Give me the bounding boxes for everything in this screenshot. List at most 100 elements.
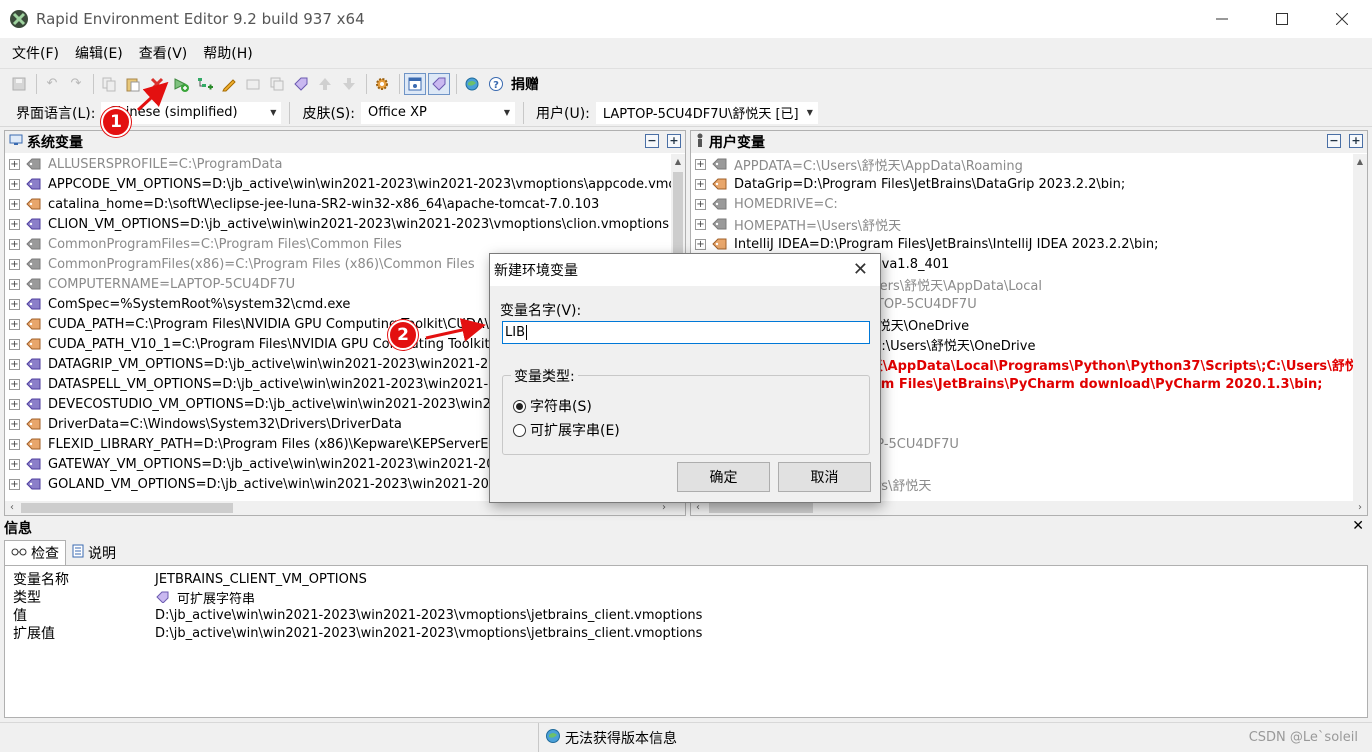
expand-icon[interactable]: + bbox=[9, 338, 20, 350]
variable-row[interactable]: + ALLUSERSPROFILE=C:\ProgramData bbox=[5, 154, 671, 174]
expand-icon[interactable]: + bbox=[9, 418, 20, 430]
variable-row[interactable]: + APPCODE_VM_OPTIONS=D:\jb_active\win\win… bbox=[5, 174, 671, 194]
info-key: 变量名称 bbox=[13, 572, 69, 588]
move-down-icon[interactable] bbox=[338, 73, 360, 95]
language-label: 界面语言(L): bbox=[16, 105, 96, 122]
paste-icon[interactable] bbox=[122, 73, 144, 95]
tag-icon[interactable] bbox=[290, 73, 312, 95]
expand-all-button[interactable]: + bbox=[667, 134, 681, 148]
clone-icon[interactable] bbox=[266, 73, 288, 95]
close-icon[interactable]: ✕ bbox=[1352, 518, 1364, 534]
scroll-left-icon[interactable]: ‹ bbox=[691, 501, 705, 515]
radio-checked-icon bbox=[513, 399, 526, 413]
scrollbar-thumb[interactable] bbox=[709, 503, 813, 513]
variable-row[interactable]: + CommonProgramFiles=C:\Program Files\Com… bbox=[5, 234, 671, 254]
variable-row[interactable]: + IntelliJ IDEA=D:\Program Files\JetBrain… bbox=[691, 234, 1353, 254]
scroll-up-icon[interactable]: ▲ bbox=[671, 154, 685, 170]
variable-row[interactable]: + catalina_home=D:\softW\eclipse-jee-luna… bbox=[5, 194, 671, 214]
tag-icon bbox=[712, 217, 728, 231]
tag-toggle-icon[interactable] bbox=[428, 72, 450, 95]
variable-row[interactable]: + HOMEDRIVE=C: bbox=[691, 194, 1353, 214]
edit-icon[interactable] bbox=[218, 73, 240, 95]
expand-icon[interactable]: + bbox=[9, 378, 20, 390]
expand-icon[interactable]: + bbox=[9, 178, 20, 190]
radio-string-label: 字符串(S) bbox=[530, 399, 592, 415]
user-horizontal-scrollbar[interactable]: ‹ › bbox=[691, 501, 1367, 515]
cancel-button[interactable]: 取消 bbox=[778, 462, 871, 492]
variable-name-input[interactable]: LIB bbox=[502, 321, 870, 344]
expand-icon[interactable]: + bbox=[9, 358, 20, 370]
expand-icon[interactable]: + bbox=[695, 158, 706, 170]
expand-icon[interactable]: + bbox=[9, 218, 20, 230]
undo-icon[interactable]: ↶ bbox=[41, 73, 63, 95]
collapse-all-button[interactable]: − bbox=[645, 134, 659, 148]
close-button[interactable] bbox=[1312, 0, 1372, 38]
expand-icon[interactable]: + bbox=[9, 238, 20, 250]
add-value-icon[interactable] bbox=[194, 73, 216, 95]
variable-text: CommonProgramFiles=C:\Program Files\Comm… bbox=[48, 236, 402, 252]
skin-select[interactable]: Office XP ▼ bbox=[360, 101, 515, 124]
save-icon[interactable] bbox=[8, 73, 30, 95]
variable-type-group: 变量类型: 字符串(S) 可扩展字串(E) bbox=[502, 366, 870, 455]
app-logo-icon bbox=[8, 8, 30, 30]
delete-icon[interactable] bbox=[146, 73, 168, 95]
expand-icon[interactable]: + bbox=[9, 278, 20, 290]
menu-file[interactable]: 文件(F) bbox=[4, 43, 67, 63]
expand-icon[interactable]: + bbox=[9, 258, 20, 270]
move-up-icon[interactable] bbox=[314, 73, 336, 95]
scroll-right-icon[interactable]: › bbox=[1353, 501, 1367, 515]
expand-icon[interactable]: + bbox=[9, 158, 20, 170]
expand-icon[interactable]: + bbox=[695, 178, 706, 190]
expand-icon[interactable]: + bbox=[9, 298, 20, 310]
system-horizontal-scrollbar[interactable]: ‹ › bbox=[5, 501, 685, 515]
scroll-up-icon[interactable]: ▲ bbox=[1353, 154, 1367, 170]
info-panel-toggle-icon[interactable] bbox=[404, 72, 426, 95]
scrollbar-thumb[interactable] bbox=[21, 503, 233, 513]
radio-expandable-string[interactable]: 可扩展字串(E) bbox=[513, 420, 620, 440]
variable-row[interactable]: + CLION_VM_OPTIONS=D:\jb_active\win\win20… bbox=[5, 214, 671, 234]
radio-string[interactable]: 字符串(S) bbox=[513, 396, 592, 416]
ok-button[interactable]: 确定 bbox=[677, 462, 770, 492]
menu-view[interactable]: 查看(V) bbox=[131, 43, 196, 63]
variable-text: catalina_home=D:\softW\eclipse-jee-luna-… bbox=[48, 196, 600, 212]
scroll-left-icon[interactable]: ‹ bbox=[5, 501, 19, 515]
expand-icon[interactable]: + bbox=[695, 218, 706, 230]
expand-icon[interactable]: + bbox=[695, 238, 706, 250]
redo-icon[interactable]: ↷ bbox=[65, 73, 87, 95]
dialog-close-icon[interactable]: ✕ bbox=[853, 259, 868, 280]
expand-icon[interactable]: + bbox=[9, 438, 20, 450]
expand-icon[interactable]: + bbox=[9, 478, 20, 490]
add-variable-icon[interactable] bbox=[170, 73, 192, 95]
expand-icon[interactable]: + bbox=[9, 458, 20, 470]
expand-icon[interactable]: + bbox=[9, 318, 20, 330]
tag-icon bbox=[26, 277, 42, 291]
expand-icon[interactable]: + bbox=[9, 398, 20, 410]
minimize-button[interactable] bbox=[1192, 0, 1252, 38]
info-key: 类型 bbox=[13, 590, 41, 606]
expand-icon[interactable]: + bbox=[695, 198, 706, 210]
annotation-badge-1: 1 bbox=[101, 107, 131, 137]
info-title-text: 信息 bbox=[4, 521, 32, 537]
help-icon[interactable]: ? bbox=[485, 73, 507, 95]
scroll-right-icon[interactable]: › bbox=[657, 501, 671, 515]
menu-edit[interactable]: 编辑(E) bbox=[67, 43, 131, 63]
variable-row[interactable]: + APPDATA=C:\Users\舒悦天\AppData\Roaming bbox=[691, 154, 1353, 174]
maximize-button[interactable] bbox=[1252, 0, 1312, 38]
menu-help[interactable]: 帮助(H) bbox=[195, 43, 260, 63]
user-select[interactable]: LAPTOP-5CU4DF7U\舒悦天 [已] ▼ bbox=[595, 101, 818, 124]
expand-all-button[interactable]: + bbox=[1349, 134, 1363, 148]
user-vertical-scrollbar[interactable]: ▲ bbox=[1353, 154, 1367, 501]
web-globe-icon[interactable] bbox=[461, 73, 483, 95]
tab-description[interactable]: 说明 bbox=[66, 540, 122, 565]
tab-inspect[interactable]: 检查 bbox=[4, 540, 66, 565]
collapse-all-button[interactable]: − bbox=[1327, 134, 1341, 148]
settings-gear-icon[interactable] bbox=[371, 73, 393, 95]
variable-row[interactable]: + DataGrip=D:\Program Files\JetBrains\Dat… bbox=[691, 174, 1353, 194]
variable-row[interactable]: + HOMEPATH=\Users\舒悦天 bbox=[691, 214, 1353, 234]
copy-icon[interactable] bbox=[98, 73, 120, 95]
cut-icon[interactable] bbox=[242, 73, 264, 95]
donate-button[interactable]: 捐赠 bbox=[511, 74, 539, 94]
toolbar-separator bbox=[456, 73, 457, 94]
expand-icon[interactable]: + bbox=[9, 198, 20, 210]
variable-text: DriverData=C:\Windows\System32\Drivers\D… bbox=[48, 416, 402, 432]
